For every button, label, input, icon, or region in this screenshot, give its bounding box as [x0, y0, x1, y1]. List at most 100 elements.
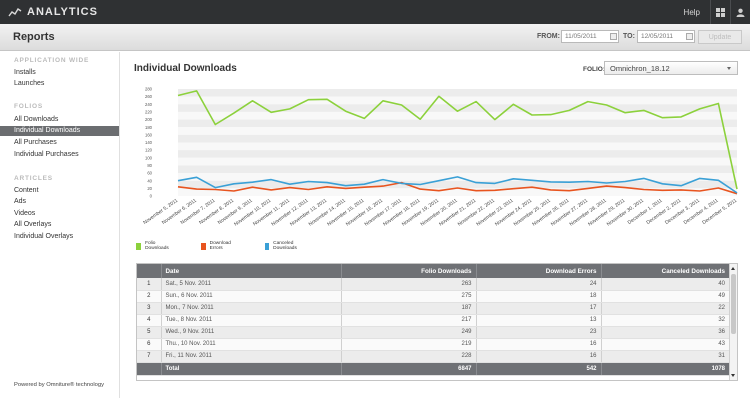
- table-header-folio-downloads[interactable]: Folio Downloads: [341, 264, 477, 278]
- y-tick-label: 280: [145, 87, 153, 92]
- y-tick-label: 240: [145, 102, 153, 107]
- table-total-row: Total 6847 542 1078: [137, 362, 730, 376]
- row-canceled-downloads: 32: [601, 314, 730, 327]
- y-tick-label: 60: [147, 171, 152, 176]
- row-folio-downloads: 275: [341, 290, 477, 303]
- sidebar: APPLICATION WIDE Installs Launches FOLIO…: [0, 52, 120, 398]
- row-folio-downloads: 249: [341, 326, 477, 339]
- legend-item-folio-downloads: Folio Downloads: [136, 241, 171, 251]
- sidebar-item-installs[interactable]: Installs: [0, 68, 119, 78]
- legend-label: Folio Downloads: [145, 241, 169, 251]
- from-date-input[interactable]: 11/05/2011: [561, 30, 619, 43]
- table-header-download-errors[interactable]: Download Errors: [476, 264, 602, 278]
- table-row[interactable]: 5 Wed., 9 Nov. 2011 249 23 36: [137, 326, 730, 339]
- grid-band: [178, 165, 737, 174]
- folio-select[interactable]: Omnichron_18.12: [604, 61, 738, 75]
- from-label: FROM:: [537, 33, 560, 40]
- row-download-errors: 24: [476, 278, 602, 291]
- row-index: 1: [137, 278, 162, 291]
- scroll-down-icon[interactable]: [731, 374, 735, 377]
- row-date: Mon., 7 Nov. 2011: [161, 302, 342, 315]
- total-download-errors: 542: [476, 362, 602, 376]
- row-folio-downloads: 219: [341, 338, 477, 351]
- sidebar-item-all-overlays[interactable]: All Overlays: [0, 220, 119, 230]
- update-button[interactable]: Update: [698, 30, 742, 44]
- legend-item-download-errors: Download Errors: [201, 241, 233, 251]
- folio-label: FOLIO:: [583, 66, 606, 73]
- page-header: Reports FROM: 11/05/2011 TO: 12/05/2011 …: [0, 24, 750, 51]
- sidebar-item-individual-overlays[interactable]: Individual Overlays: [0, 232, 119, 242]
- y-tick-label: 80: [147, 163, 152, 168]
- folio-select-value: Omnichron_18.12: [610, 63, 670, 73]
- sidebar-item-individual-downloads[interactable]: Individual Downloads: [0, 126, 119, 136]
- table-row[interactable]: 4 Tue., 8 Nov. 2011 217 13 32: [137, 314, 730, 327]
- row-date: Tue., 8 Nov. 2011: [161, 314, 342, 327]
- table-header-canceled-downloads[interactable]: Canceled Downloads: [601, 264, 730, 278]
- from-date-value: 11/05/2011: [565, 33, 597, 40]
- row-canceled-downloads: 43: [601, 338, 730, 351]
- analytics-logo-icon: [8, 8, 22, 17]
- row-canceled-downloads: 49: [601, 290, 730, 303]
- user-icon[interactable]: [730, 0, 750, 24]
- sidebar-item-ads[interactable]: Ads: [0, 197, 119, 207]
- row-index: 3: [137, 302, 162, 315]
- grid-band: [178, 157, 737, 166]
- table-row[interactable]: 6 Thu., 10 Nov. 2011 219 16 43: [137, 338, 730, 351]
- row-download-errors: 18: [476, 290, 602, 303]
- table-row[interactable]: 2 Sun., 6 Nov. 2011 275 18 49: [137, 290, 730, 303]
- grid-icon[interactable]: [710, 0, 730, 24]
- sidebar-item-all-purchases[interactable]: All Purchases: [0, 138, 119, 148]
- total-folio-downloads: 6847: [341, 362, 477, 376]
- table-row[interactable]: 7 Fri., 11 Nov. 2011 228 16 31: [137, 350, 730, 363]
- legend-swatch: [265, 242, 270, 250]
- x-tick-label: December 5, 2011: [701, 198, 738, 226]
- row-canceled-downloads: 40: [601, 278, 730, 291]
- row-download-errors: 16: [476, 350, 602, 363]
- sidebar-item-individual-purchases[interactable]: Individual Purchases: [0, 150, 119, 160]
- row-index: 2: [137, 290, 162, 303]
- y-tick-label: 140: [145, 140, 153, 145]
- row-download-errors: 23: [476, 326, 602, 339]
- grid-band: [178, 127, 737, 135]
- scroll-thumb[interactable]: [731, 274, 736, 334]
- y-tick-label: 120: [145, 148, 153, 153]
- grid-band: [178, 119, 737, 128]
- row-download-errors: 13: [476, 314, 602, 327]
- to-date-value: 12/05/2011: [641, 33, 674, 40]
- to-date-input[interactable]: 12/05/2011: [637, 30, 695, 43]
- row-download-errors: 17: [476, 302, 602, 315]
- app-logo[interactable]: ANALYTICS: [8, 6, 98, 18]
- table-header-index: [137, 264, 162, 278]
- grid-band: [178, 142, 737, 151]
- help-link[interactable]: Help: [674, 8, 710, 17]
- table-scrollbar[interactable]: [729, 264, 737, 380]
- y-tick-label: 260: [145, 94, 153, 99]
- y-tick-label: 0: [150, 194, 153, 199]
- calendar-icon[interactable]: [610, 33, 617, 40]
- grid-band: [178, 96, 737, 105]
- report-title: Individual Downloads: [134, 63, 237, 74]
- table-row[interactable]: 1 Sat., 5 Nov. 2011 263 24 40: [137, 278, 730, 291]
- row-date: Fri., 11 Nov. 2011: [161, 350, 342, 363]
- to-label: TO:: [623, 33, 635, 40]
- row-date: Sat., 5 Nov. 2011: [161, 278, 342, 291]
- grid-band: [178, 150, 737, 158]
- legend-label: Download Errors: [209, 241, 231, 251]
- row-date: Sun., 6 Nov. 2011: [161, 290, 342, 303]
- row-folio-downloads: 263: [341, 278, 477, 291]
- total-canceled-downloads: 1078: [601, 362, 730, 376]
- sidebar-item-content[interactable]: Content: [0, 186, 119, 196]
- sidebar-item-launches[interactable]: Launches: [0, 79, 119, 89]
- calendar-icon[interactable]: [686, 33, 693, 40]
- total-index-cell: [137, 362, 162, 376]
- sidebar-item-all-downloads[interactable]: All Downloads: [0, 115, 119, 125]
- sidebar-item-videos[interactable]: Videos: [0, 209, 119, 219]
- table-row[interactable]: 3 Mon., 7 Nov. 2011 187 17 22: [137, 302, 730, 315]
- table-header-date[interactable]: Date: [161, 264, 342, 278]
- y-tick-label: 40: [147, 178, 152, 183]
- row-index: 4: [137, 314, 162, 327]
- grid-band: [178, 111, 737, 120]
- scroll-up-icon[interactable]: [731, 267, 735, 270]
- total-label: Total: [161, 362, 342, 376]
- downloads-table: Date Folio Downloads Download Errors Can…: [136, 263, 738, 381]
